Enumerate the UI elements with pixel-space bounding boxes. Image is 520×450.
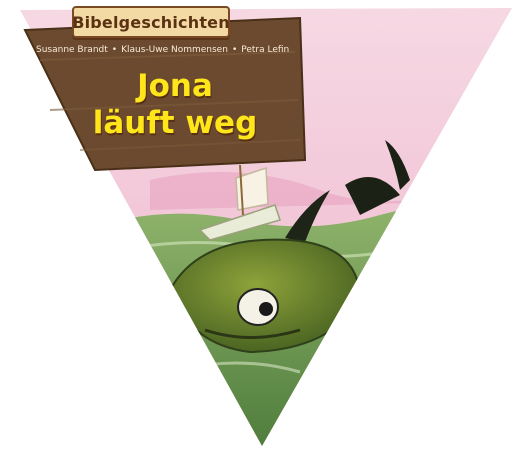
series-label-plank: Bibelgeschichten <box>72 6 230 38</box>
book-cover-pennant: Bibelgeschichten Susanne Brandt • Klaus-Uw… <box>0 0 520 450</box>
series-label: Bibelgeschichten <box>72 12 230 32</box>
author-name: Susanne Brandt <box>36 45 108 55</box>
author-name: Klaus-Uwe Nommensen <box>121 45 228 55</box>
author-name: Petra Lefin <box>241 45 290 55</box>
book-title-line-2: läuft weg <box>92 105 258 141</box>
author-line: Susanne Brandt • Klaus-Uwe Nommensen • Petra… <box>36 45 290 55</box>
book-title: Jona läuft weg <box>0 68 350 142</box>
book-title-line-1: Jona <box>137 68 213 104</box>
